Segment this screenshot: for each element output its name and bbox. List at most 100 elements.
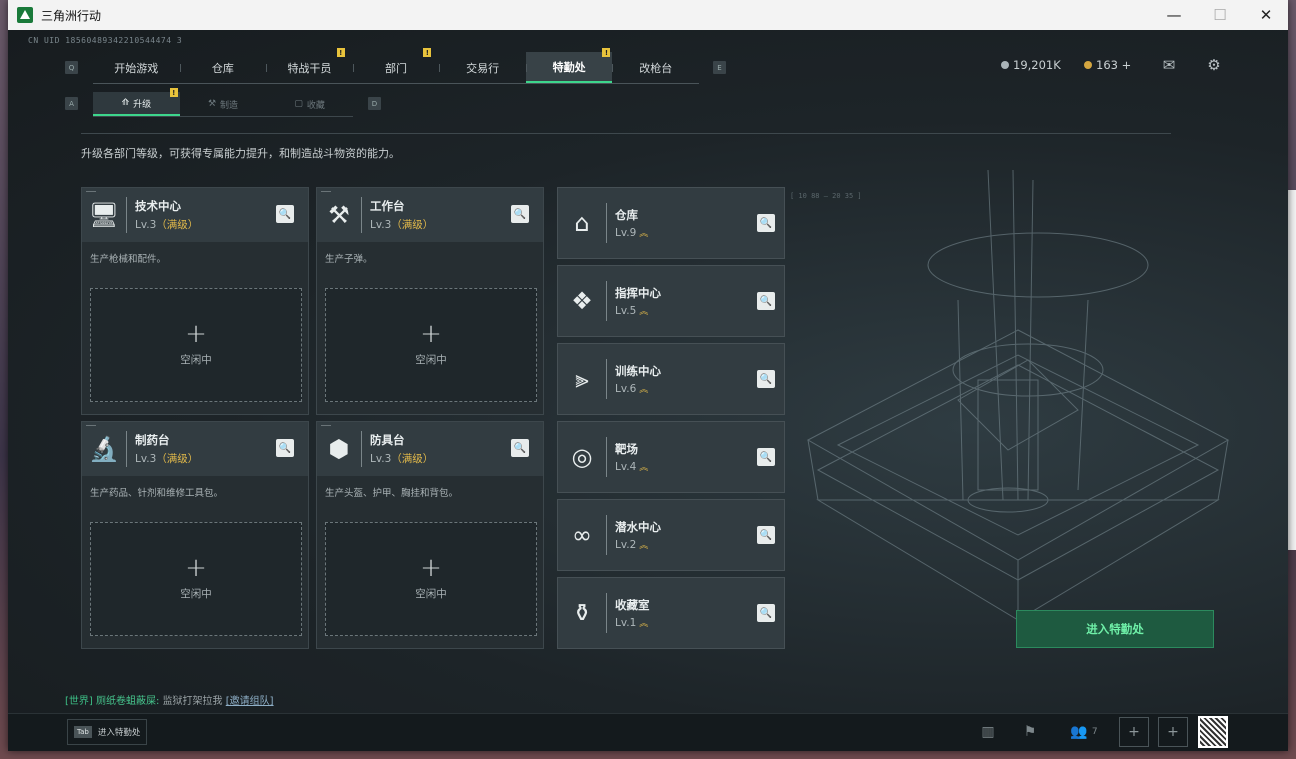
subtab-upgrade[interactable]: ⟰ 升级!	[93, 88, 180, 116]
corner-tick	[321, 425, 331, 426]
search-icon: 🔍	[759, 607, 773, 619]
card-header: 🔬 制药台 Lv.3（满级） 🔍	[82, 422, 308, 476]
close-button[interactable]: ✕	[1243, 0, 1288, 30]
token-balance[interactable]: 163 +	[1084, 58, 1131, 72]
slot-status: 空闲中	[180, 353, 212, 366]
workshop-card-tech-center[interactable]: 🖥 技术中心 Lv.3（满级） 🔍 生产枪械和配件。 + 空闲中	[81, 187, 309, 415]
card-title: 防具台	[370, 433, 405, 447]
facility-card-training-center[interactable]: ⫸ 训练中心 Lv.6 ︽ 🔍	[557, 343, 785, 415]
card-header: ⚒ 工作台 Lv.3（满级） 🔍	[317, 188, 543, 242]
workshop-card-pharmacy[interactable]: 🔬 制药台 Lv.3（满级） 🔍 生产药品、针剂和维修工具包。 + 空闲中	[81, 421, 309, 649]
card-title: 工作台	[370, 199, 405, 213]
production-slot[interactable]: + 空闲中	[325, 288, 537, 402]
search-button[interactable]: 🔍	[757, 370, 775, 388]
tab-operators[interactable]: 特战干员!	[266, 48, 353, 83]
card-title: 技术中心	[135, 199, 181, 213]
add-slot-button[interactable]: +	[1119, 717, 1149, 747]
plus-icon: +	[185, 318, 207, 349]
tab-gunsmith[interactable]: 改枪台	[612, 52, 699, 83]
card-description: 生产子弹。	[325, 254, 373, 265]
flag-icon[interactable]: ⚑	[1015, 717, 1045, 747]
search-button[interactable]: 🔍	[511, 205, 529, 223]
tab-label: 开始游戏	[114, 61, 159, 75]
search-icon: 🔍	[759, 295, 773, 307]
gear-icon[interactable]: ⚙	[1205, 56, 1223, 74]
plus-icon: +	[185, 552, 207, 583]
chat-line[interactable]: [世界] 厕纸卷蛆蔽屎: 监狱打架拉我 [邀请组队]	[65, 692, 274, 707]
divider	[81, 133, 1171, 134]
max-level-tag: （满级）	[156, 453, 199, 465]
tab-shortcut-label: 进入特勤处	[97, 728, 141, 738]
chat-user[interactable]: 厕纸卷蛆蔽屎:	[96, 696, 159, 707]
slot-status: 空闲中	[415, 353, 447, 366]
divider	[606, 515, 607, 555]
workshop-card-workbench[interactable]: ⚒ 工作台 Lv.3（满级） 🔍 生产子弹。 + 空闲中	[316, 187, 544, 415]
search-button[interactable]: 🔍	[757, 448, 775, 466]
card-header: ⬢ 防具台 Lv.3（满级） 🔍	[317, 422, 543, 476]
card-level: Lv.2	[615, 539, 637, 551]
card-title: 指挥中心	[615, 286, 661, 300]
facility-card-warehouse[interactable]: ⌂ 仓库 Lv.9 ︽ 🔍	[557, 187, 785, 259]
upgrade-arrow-icon: ︽	[639, 463, 649, 473]
production-slot[interactable]: + 空闲中	[90, 288, 302, 402]
tab-shortcut-hint[interactable]: Tab 进入特勤处	[67, 719, 148, 745]
tab-label: 特战干员	[287, 61, 332, 75]
enter-special-ops-button[interactable]: 进入特勤处	[1016, 610, 1214, 648]
search-button[interactable]: 🔍	[757, 526, 775, 544]
tab-trading[interactable]: 交易行	[439, 52, 526, 83]
base-wireframe-illustration	[806, 170, 1230, 621]
search-button[interactable]: 🔍	[276, 439, 294, 457]
search-icon: 🔍	[759, 373, 773, 385]
stats-icon[interactable]: ▥	[973, 717, 1003, 747]
card-level: Lv.4	[615, 461, 637, 473]
facility-card-command-center[interactable]: ❖ 指挥中心 Lv.5 ︽ 🔍	[557, 265, 785, 337]
tab-special-ops[interactable]: 特勤处!	[525, 48, 613, 83]
key-hint-a: A	[65, 97, 78, 110]
game-screen: CN UID 18560489342210544474 3 Q 开始游戏 仓库 …	[8, 30, 1288, 751]
trophy-icon: ⚱	[571, 599, 593, 627]
maximize-button[interactable]: ☐	[1197, 0, 1243, 30]
divider	[126, 431, 127, 467]
divider	[361, 197, 362, 233]
search-button[interactable]: 🔍	[757, 604, 775, 622]
search-button[interactable]: 🔍	[757, 292, 775, 310]
minimize-button[interactable]: —	[1151, 0, 1197, 30]
slot-status: 空闲中	[180, 587, 212, 600]
page-description: 升级各部门等级，可获得专属能力提升，和制造战斗物资的能力。	[81, 147, 400, 160]
tab-department[interactable]: 部门!	[352, 48, 440, 83]
add-slot-button[interactable]: +	[1158, 717, 1188, 747]
tab-label: 交易行	[466, 61, 500, 75]
tools-icon: ⚒	[328, 201, 350, 229]
search-button[interactable]: 🔍	[757, 214, 775, 232]
search-icon: 🔍	[278, 442, 292, 454]
facility-card-shooting-range[interactable]: ◎ 靶场 Lv.4 ︽ 🔍	[557, 421, 785, 493]
search-icon: 🔍	[759, 217, 773, 229]
player-avatar[interactable]	[1198, 716, 1228, 748]
subtab-craft[interactable]: ⚒ 制造	[180, 92, 267, 116]
friends-button[interactable]: 👥 7	[1064, 717, 1104, 747]
search-button[interactable]: 🔍	[276, 205, 294, 223]
card-title: 靶场	[615, 442, 638, 456]
workshop-card-armor-bench[interactable]: ⬢ 防具台 Lv.3（满级） 🔍 生产头盔、护甲、胸挂和背包。 + 空闲中	[316, 421, 544, 649]
subtab-collection[interactable]: ▢ 收藏	[266, 92, 353, 116]
tab-start-game[interactable]: 开始游戏	[93, 52, 180, 83]
card-level: Lv.3	[370, 453, 392, 465]
token-icon	[1084, 61, 1092, 69]
coin-balance[interactable]: 19,201K	[1001, 58, 1061, 72]
background-window-edge	[1288, 190, 1296, 550]
key-hint-e: E	[713, 61, 726, 74]
production-slot[interactable]: + 空闲中	[90, 522, 302, 636]
facility-card-collection-room[interactable]: ⚱ 收藏室 Lv.1 ︽ 🔍	[557, 577, 785, 649]
facility-card-diving-center[interactable]: ∞ 潜水中心 Lv.2 ︽ 🔍	[557, 499, 785, 571]
invite-team-link[interactable]: [邀请组队]	[226, 696, 274, 707]
tab-warehouse[interactable]: 仓库	[179, 52, 267, 83]
warehouse-icon: ⌂	[574, 209, 590, 237]
production-slot[interactable]: + 空闲中	[325, 522, 537, 636]
card-description: 生产药品、针剂和维修工具包。	[90, 488, 224, 499]
card-title: 训练中心	[615, 364, 661, 378]
target-icon: ◎	[571, 443, 593, 471]
craft-icon: ⚒	[207, 99, 217, 109]
search-button[interactable]: 🔍	[511, 439, 529, 457]
mail-icon[interactable]: ✉	[1160, 56, 1178, 74]
game-window: 三角洲行动 — ☐ ✕ CN UID 18560489342210544474 …	[8, 0, 1288, 751]
